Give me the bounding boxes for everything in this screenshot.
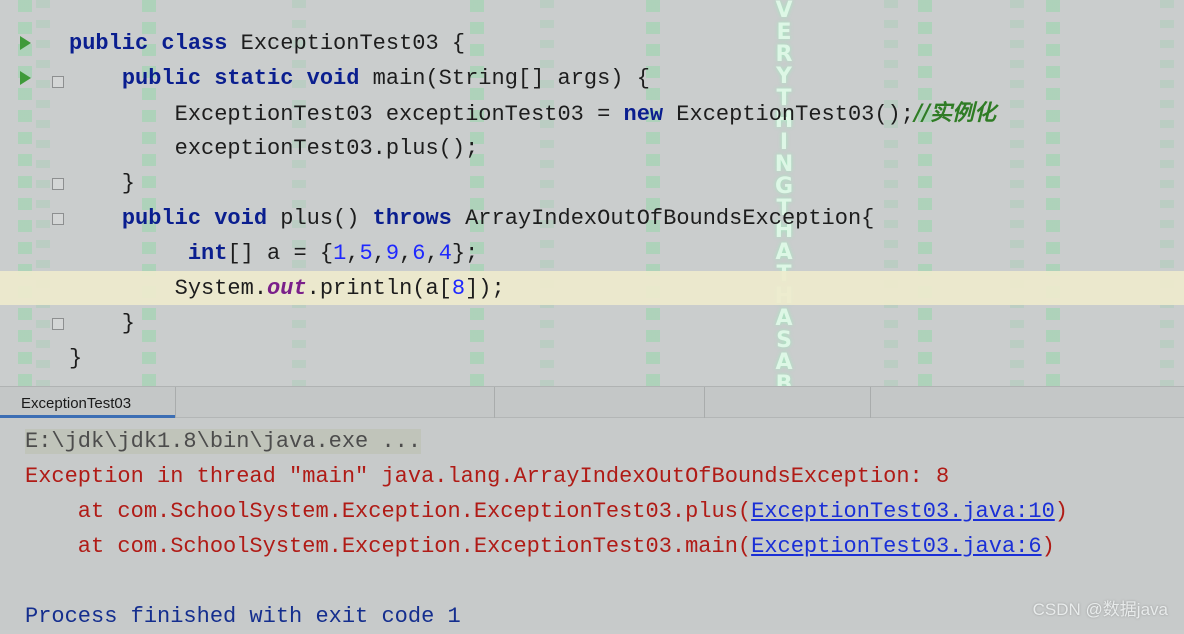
code-token: 6 — [412, 241, 426, 266]
code-token: ExceptionTest03 exceptionTest03 = — [69, 102, 624, 127]
code-token: .println(a[ — [306, 276, 452, 301]
code-line: public class ExceptionTest03 { — [69, 26, 996, 61]
code-token: , — [372, 241, 386, 266]
tab-run-config[interactable]: ExceptionTest03 — [0, 387, 175, 418]
console-line: at com.SchoolSystem.Exception.ExceptionT… — [25, 529, 1068, 564]
code-token: ExceptionTest03 { — [227, 31, 466, 56]
code-token: //实例化 — [913, 100, 997, 126]
matrix-rain-column — [36, 0, 50, 386]
code-token: [] a = { — [227, 241, 334, 266]
code-line: exceptionTest03.plus(); — [69, 131, 996, 166]
stacktrace-link[interactable]: ExceptionTest03.java:6 — [751, 534, 1041, 559]
code-token: int — [187, 241, 228, 266]
code-token: exceptionTest03.plus(); — [69, 136, 479, 161]
code-token: public — [69, 31, 149, 56]
fold-icon[interactable] — [52, 213, 64, 225]
code-token: plus() — [267, 206, 373, 231]
code-line: int[] a = {1,5,9,6,4}; — [69, 236, 996, 271]
code-token: public — [121, 66, 202, 91]
code-token: void — [306, 66, 360, 91]
code-token: void — [214, 206, 268, 231]
code-token: E:\jdk\jdk1.8\bin\java.exe ... — [25, 429, 422, 454]
code-line: public static void main(String[] args) { — [69, 61, 996, 96]
console-line: Exception in thread "main" java.lang.Arr… — [25, 459, 1068, 494]
code-token: ) — [1054, 499, 1068, 524]
code-token: at com.SchoolSystem.Exception.ExceptionT… — [25, 499, 752, 524]
code-token: Exception in thread "main" java.lang.Arr… — [25, 464, 950, 489]
code-token: 4 — [438, 241, 452, 266]
code-token: public — [121, 206, 202, 231]
code-token: 8 — [451, 276, 466, 301]
code-token: ]); — [465, 276, 505, 301]
code-token: , — [425, 241, 439, 266]
code-token: , — [399, 241, 413, 266]
code-token: } — [69, 311, 136, 336]
stacktrace-link[interactable]: ExceptionTest03.java:10 — [751, 499, 1055, 524]
code-token: } — [69, 346, 83, 371]
fold-icon[interactable] — [52, 76, 64, 88]
matrix-rain-column — [1160, 0, 1174, 386]
code-token: 9 — [385, 241, 400, 266]
code-token: static — [214, 66, 294, 91]
code-token: }; — [451, 241, 479, 266]
code-token: 5 — [359, 241, 373, 266]
tab-divider — [494, 387, 495, 418]
code-line: ExceptionTest03 exceptionTest03 = new Ex… — [69, 96, 996, 131]
console-line: E:\jdk\jdk1.8\bin\java.exe ... — [25, 424, 1068, 459]
watermark: CSDN @数据java — [1032, 600, 1168, 619]
code-token: main(String[] args) { — [359, 66, 650, 91]
tab-divider — [870, 387, 871, 418]
tab-divider — [704, 387, 705, 418]
source-code[interactable]: public class ExceptionTest03 { public st… — [69, 26, 996, 376]
code-line: } — [69, 341, 996, 376]
code-token: } — [69, 171, 136, 196]
run-icon[interactable] — [20, 36, 31, 50]
console-line: at com.SchoolSystem.Exception.ExceptionT… — [25, 494, 1068, 529]
code-line: } — [69, 166, 996, 201]
code-line: public void plus() throws ArrayIndexOutO… — [69, 201, 996, 236]
code-token: at com.SchoolSystem.Exception.ExceptionT… — [25, 534, 752, 559]
code-token: System. — [69, 276, 268, 301]
code-token: 1 — [333, 241, 347, 266]
tab-divider — [175, 387, 176, 418]
console-line: Process finished with exit code 1 — [25, 599, 1068, 634]
matrix-rain-column — [1046, 0, 1060, 386]
code-token: ExceptionTest03(); — [663, 102, 914, 127]
console-line: ​ — [25, 564, 1068, 599]
code-token: class — [161, 31, 228, 56]
matrix-rain-column — [1010, 0, 1024, 386]
run-console[interactable]: E:\jdk\jdk1.8\bin\java.exe ... Exception … — [0, 418, 1184, 630]
code-token: throws — [372, 206, 452, 231]
code-line: System.out.println(a[8]); — [69, 271, 996, 306]
fold-icon[interactable] — [52, 178, 64, 190]
run-icon[interactable] — [20, 71, 31, 85]
code-token: ) — [1041, 534, 1055, 559]
code-token: Process finished with exit code 1 — [25, 604, 461, 629]
code-editor[interactable]: VERYTHING THAT HAS A BEGIN public class … — [0, 0, 1184, 386]
code-token: new — [623, 102, 664, 127]
code-token: out — [267, 276, 307, 301]
console-output[interactable]: E:\jdk\jdk1.8\bin\java.exe ... Exception … — [25, 424, 1068, 634]
code-token: , — [346, 241, 360, 266]
fold-icon[interactable] — [52, 318, 64, 330]
code-line: } — [69, 306, 996, 341]
code-token: ArrayIndexOutOfBoundsException{ — [451, 206, 875, 231]
matrix-rain-column — [18, 0, 32, 386]
run-tool-window-tabbar: ExceptionTest03 — [0, 386, 1184, 418]
